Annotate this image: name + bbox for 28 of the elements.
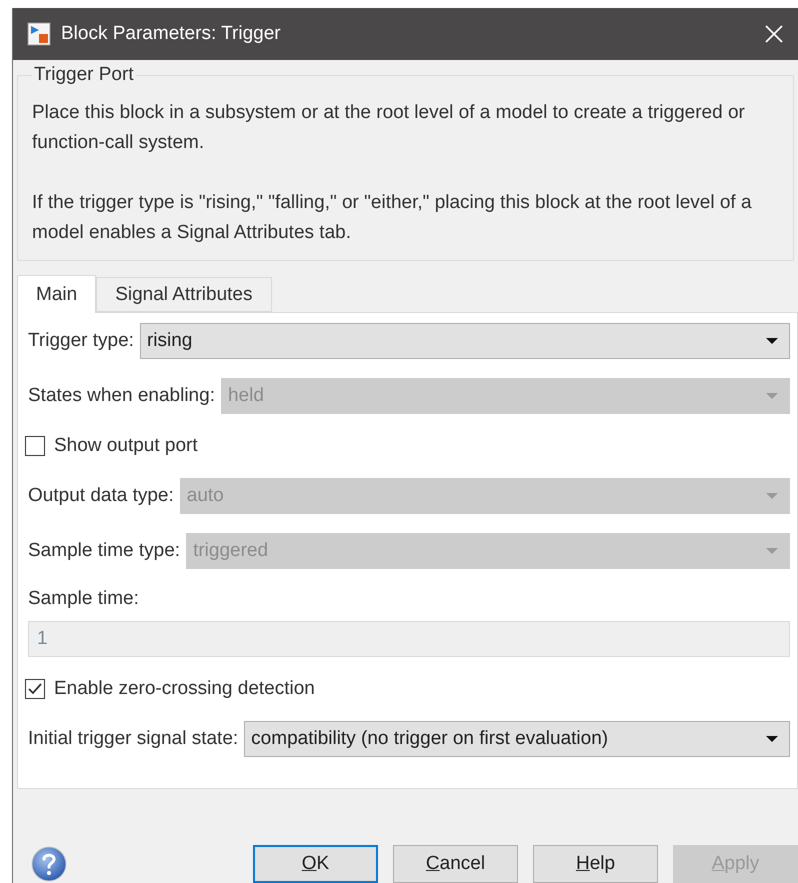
caret-icon [765,735,779,743]
field-label: Sample time type: [28,540,180,562]
dropdown[interactable]: rising [140,323,790,359]
field-label: Initial trigger signal state: [28,728,238,750]
caret-icon [765,337,779,345]
dialog-button[interactable]: Help [533,845,658,883]
field-label: States when enabling: [28,385,215,407]
tab[interactable]: Signal Attributes [96,277,272,312]
checkbox[interactable] [25,436,45,456]
caret-icon [765,547,779,555]
field-label: Sample time: [28,588,140,610]
checkbox-label: Show output port [54,435,198,457]
caret-icon [765,492,779,500]
tab[interactable]: Main [17,275,96,313]
dropdown[interactable]: compatibility (no trigger on first evaluation) [244,721,790,757]
block-icon [27,22,51,46]
checkbox-label: Enable zero-crossing detection [54,678,315,700]
dialog-button[interactable]: OK [253,845,378,883]
window-title: Block Parameters: Trigger [61,23,282,45]
description-text: If the trigger type is "rising," "falling," or "either," placing this block at the root level of a model enables a Signal Attributes tab. [32,191,753,245]
field-label: Output data type: [28,485,174,507]
checkbox[interactable] [25,679,45,699]
caret-icon [765,392,779,400]
group-title: Trigger Port [33,64,135,86]
dialog-button[interactable]: Cancel [393,845,518,883]
help-icon[interactable] [31,846,67,882]
field-label: Trigger type: [28,330,134,352]
description-text: Place this block in a subsystem or at the root level of a model to create a triggered or function-call system. [32,101,746,155]
